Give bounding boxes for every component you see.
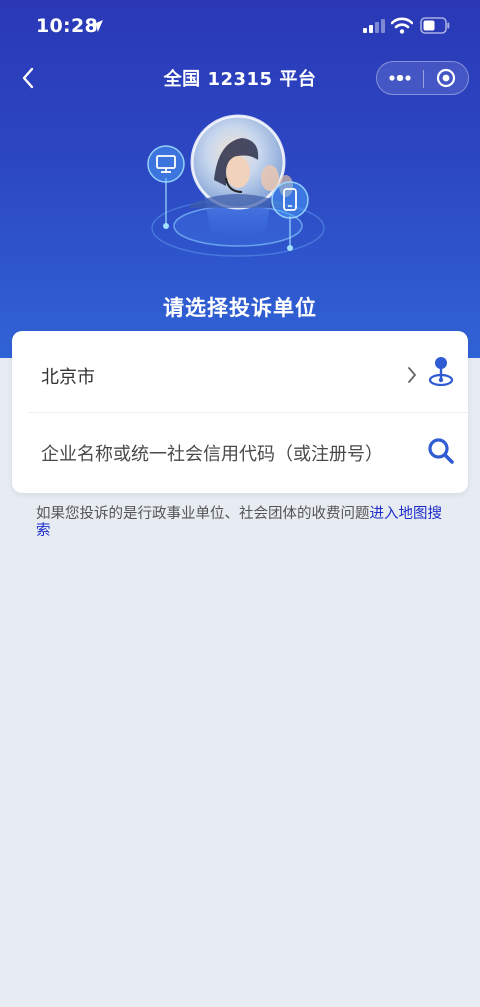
map-search-note: 如果您投诉的是行政事业单位、社会团体的收费问题进入地图搜索 bbox=[36, 506, 456, 540]
signal-icon bbox=[363, 19, 385, 33]
battery-icon bbox=[420, 17, 450, 34]
hero-header: 10:28 全国 12315 平台 请选择投诉单位 bbox=[0, 0, 480, 358]
customer-service-illustration bbox=[147, 114, 325, 257]
search-icon bbox=[428, 438, 454, 464]
nav-bar: 全国 12315 平台 bbox=[0, 52, 480, 104]
mini-program-capsule bbox=[376, 61, 469, 95]
phone-bubble bbox=[271, 181, 309, 219]
complaint-target-card: 北京市 bbox=[12, 331, 468, 493]
search-button[interactable] bbox=[423, 433, 459, 469]
status-time: 10:28 bbox=[36, 15, 98, 37]
region-value: 北京市 bbox=[41, 367, 95, 388]
location-arrow-icon bbox=[91, 20, 103, 32]
close-target-icon bbox=[436, 68, 456, 88]
capsule-divider bbox=[423, 70, 424, 88]
wifi-icon bbox=[391, 17, 413, 34]
section-title: 请选择投诉单位 bbox=[163, 296, 317, 320]
region-selector[interactable]: 北京市 bbox=[12, 331, 468, 412]
note-text: 如果您投诉的是行政事业单位、社会团体的收费问题 bbox=[36, 506, 370, 522]
company-search-row bbox=[12, 413, 468, 493]
more-button[interactable] bbox=[379, 64, 421, 92]
chevron-right-icon bbox=[408, 367, 416, 383]
monitor-bubble bbox=[147, 145, 185, 183]
company-search-input[interactable] bbox=[41, 439, 412, 469]
status-bar: 10:28 bbox=[0, 0, 480, 52]
close-mini-program-button[interactable] bbox=[425, 64, 467, 92]
map-pin-icon[interactable] bbox=[428, 356, 454, 386]
more-dots-icon bbox=[389, 75, 411, 81]
